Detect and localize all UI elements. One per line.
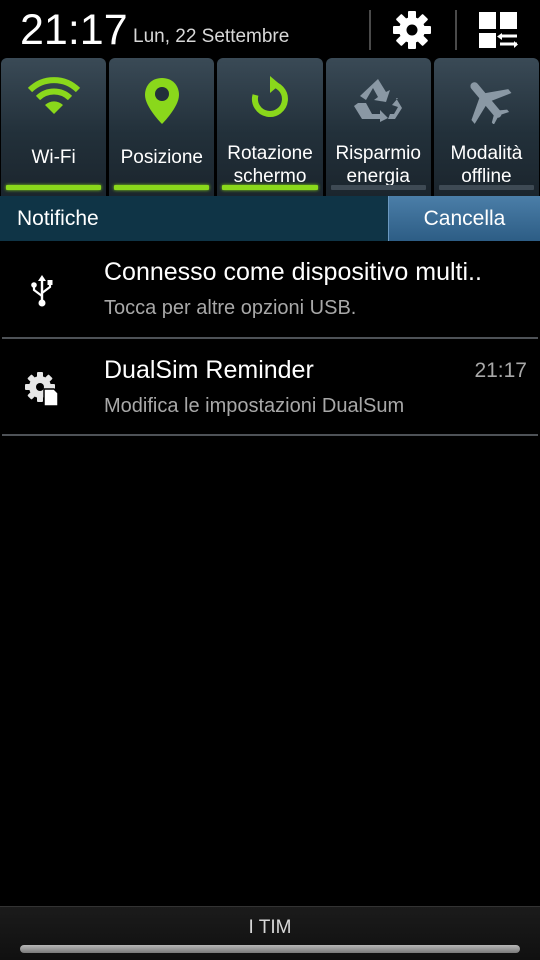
recycle-icon [354, 79, 403, 122]
notifications-title: Notifiche [17, 207, 99, 230]
toggle-label-line1: Modalità [450, 143, 523, 164]
notification-time: 21:17 [474, 359, 527, 382]
toggle-indicator-on [114, 185, 210, 190]
settings-app-icon [25, 372, 59, 407]
airplane-icon [470, 82, 512, 124]
multi-window-icon [479, 12, 518, 48]
rotate-icon [251, 76, 288, 117]
settings-button[interactable] [382, 6, 442, 54]
wifi-icon [27, 77, 80, 114]
carrier-label: I TIM [248, 917, 292, 938]
toggle-label-line1: Rotazione [227, 143, 313, 164]
clock: 21:17 [20, 6, 128, 54]
notification-text: Tocca per altre opzioni USB. [104, 297, 357, 319]
toggle-screen-rotation[interactable]: Rotazione schermo [217, 58, 323, 196]
status-header: 21:17 Lun, 22 Settembre [0, 0, 540, 60]
clear-notifications-button[interactable]: Cancella [388, 196, 540, 241]
notification-usb[interactable]: Connesso come dispositivo multi.. Tocca … [0, 241, 540, 337]
notification-dualsim[interactable]: DualSim Reminder 21:17 Modifica le impos… [0, 339, 540, 435]
carrier-footer: I TIM [0, 906, 540, 960]
notifications-header: Notifiche Cancella [0, 196, 540, 241]
divider [2, 434, 538, 436]
toggle-wifi[interactable]: Wi-Fi [1, 58, 107, 196]
toggle-label-line1: Risparmio [335, 143, 421, 164]
toggle-indicator-off [438, 185, 535, 190]
notification-text: Modifica le impostazioni DualSum [104, 395, 405, 417]
multi-window-button[interactable] [468, 6, 528, 54]
toggle-offline-mode[interactable]: Modalità offline [433, 58, 540, 196]
panel-drag-handle[interactable] [20, 945, 520, 953]
date: Lun, 22 Settembre [133, 26, 290, 47]
toggle-indicator-on [222, 185, 318, 190]
gear-icon [393, 11, 431, 49]
toggle-location[interactable]: Posizione [109, 58, 215, 196]
quick-settings-panel: Wi-Fi Posizione Rotazione schermo Rispar… [0, 58, 540, 196]
usb-icon [31, 275, 53, 307]
header-separator [455, 10, 457, 50]
toggle-power-saving[interactable]: Risparmio energia [325, 58, 431, 196]
location-pin-icon [144, 78, 179, 124]
notification-title: DualSim Reminder [104, 356, 314, 384]
header-separator [369, 10, 371, 50]
toggle-label: Wi-Fi [31, 147, 76, 168]
toggle-indicator-off [330, 185, 426, 190]
notification-title: Connesso come dispositivo multi.. [104, 258, 482, 286]
toggle-label: Posizione [120, 147, 203, 168]
toggle-indicator-on [6, 185, 102, 190]
